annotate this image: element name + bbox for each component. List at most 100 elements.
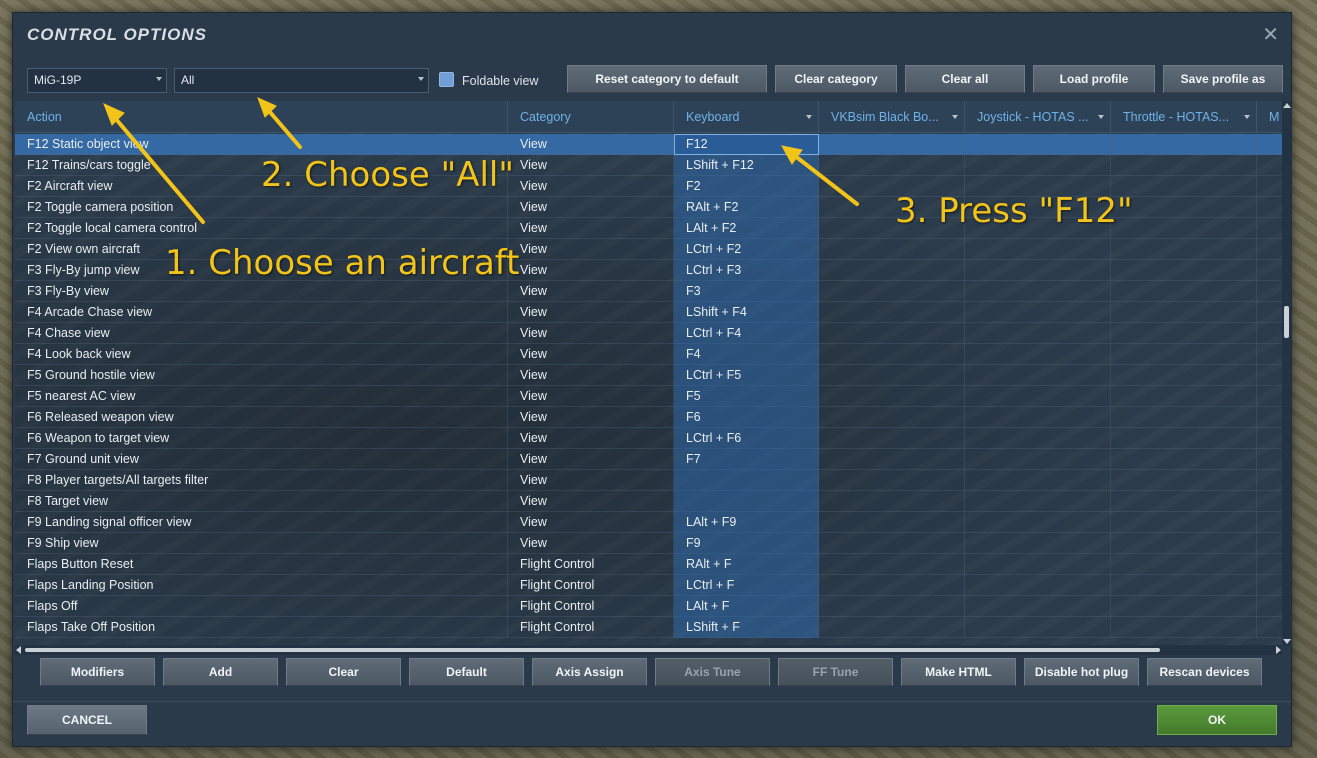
vertical-scrollbar[interactable]	[1282, 101, 1292, 646]
keyboard-binding-cell[interactable]: F12	[674, 134, 819, 155]
vkbsim-binding-cell[interactable]	[819, 260, 965, 281]
vkbsim-binding-cell[interactable]	[819, 218, 965, 239]
vkbsim-binding-cell[interactable]	[819, 239, 965, 260]
more-binding-cell[interactable]	[1257, 386, 1282, 407]
keyboard-binding-cell[interactable]: LAlt + F2	[674, 218, 819, 239]
throttle-binding-cell[interactable]	[1111, 575, 1257, 596]
disable-hot-plug-button[interactable]: Disable hot plug	[1024, 658, 1139, 686]
throttle-binding-cell[interactable]	[1111, 512, 1257, 533]
keyboard-binding-cell[interactable]: F6	[674, 407, 819, 428]
more-binding-cell[interactable]	[1257, 470, 1282, 491]
table-row[interactable]: F12 Static object view View F12	[15, 134, 1282, 155]
keyboard-binding-cell[interactable]: LShift + F12	[674, 155, 819, 176]
scroll-up-icon[interactable]	[1283, 103, 1291, 108]
table-row[interactable]: F9 Ship view View F9	[15, 533, 1282, 554]
more-binding-cell[interactable]	[1257, 407, 1282, 428]
table-row[interactable]: Flaps Take Off Position Flight Control LSh…	[15, 617, 1282, 638]
more-binding-cell[interactable]	[1257, 281, 1282, 302]
table-row[interactable]: F3 Fly-By view View F3	[15, 281, 1282, 302]
throttle-binding-cell[interactable]	[1111, 617, 1257, 638]
column-header-action[interactable]: Action	[15, 101, 508, 133]
more-binding-cell[interactable]	[1257, 596, 1282, 617]
vkbsim-binding-cell[interactable]	[819, 176, 965, 197]
chevron-down-icon[interactable]	[806, 115, 812, 119]
vkbsim-binding-cell[interactable]	[819, 575, 965, 596]
table-row[interactable]: F3 Fly-By jump view View LCtrl + F3	[15, 260, 1282, 281]
vkbsim-binding-cell[interactable]	[819, 533, 965, 554]
throttle-binding-cell[interactable]	[1111, 344, 1257, 365]
vkbsim-binding-cell[interactable]	[819, 281, 965, 302]
table-row[interactable]: F2 Aircraft view View F2	[15, 176, 1282, 197]
throttle-binding-cell[interactable]	[1111, 155, 1257, 176]
vkbsim-binding-cell[interactable]	[819, 134, 965, 155]
throttle-binding-cell[interactable]	[1111, 428, 1257, 449]
joystick-binding-cell[interactable]	[965, 554, 1111, 575]
keyboard-binding-cell[interactable]: LShift + F	[674, 617, 819, 638]
joystick-binding-cell[interactable]	[965, 470, 1111, 491]
throttle-binding-cell[interactable]	[1111, 218, 1257, 239]
more-binding-cell[interactable]	[1257, 512, 1282, 533]
more-binding-cell[interactable]	[1257, 197, 1282, 218]
joystick-binding-cell[interactable]	[965, 596, 1111, 617]
vkbsim-binding-cell[interactable]	[819, 197, 965, 218]
table-row[interactable]: F8 Player targets/All targets filter View	[15, 470, 1282, 491]
vkbsim-binding-cell[interactable]	[819, 449, 965, 470]
vkbsim-binding-cell[interactable]	[819, 155, 965, 176]
joystick-binding-cell[interactable]	[965, 512, 1111, 533]
throttle-binding-cell[interactable]	[1111, 491, 1257, 512]
joystick-binding-cell[interactable]	[965, 155, 1111, 176]
vkbsim-binding-cell[interactable]	[819, 302, 965, 323]
clear-button[interactable]: Clear	[286, 658, 401, 686]
table-row[interactable]: F4 Chase view View LCtrl + F4	[15, 323, 1282, 344]
column-header-more[interactable]: M	[1257, 101, 1282, 133]
keyboard-binding-cell[interactable]: F9	[674, 533, 819, 554]
reset-category-button[interactable]: Reset category to default	[567, 65, 767, 93]
table-row[interactable]: F4 Look back view View F4	[15, 344, 1282, 365]
table-row[interactable]: F6 Weapon to target view View LCtrl + F6	[15, 428, 1282, 449]
keyboard-binding-cell[interactable]: LCtrl + F2	[674, 239, 819, 260]
vkbsim-binding-cell[interactable]	[819, 596, 965, 617]
keyboard-binding-cell[interactable]: LCtrl + F4	[674, 323, 819, 344]
more-binding-cell[interactable]	[1257, 134, 1282, 155]
column-header-keyboard[interactable]: Keyboard	[674, 101, 819, 133]
table-row[interactable]: F7 Ground unit view View F7	[15, 449, 1282, 470]
axis-assign-button[interactable]: Axis Assign	[532, 658, 647, 686]
throttle-binding-cell[interactable]	[1111, 386, 1257, 407]
joystick-binding-cell[interactable]	[965, 449, 1111, 470]
more-binding-cell[interactable]	[1257, 344, 1282, 365]
more-binding-cell[interactable]	[1257, 491, 1282, 512]
more-binding-cell[interactable]	[1257, 323, 1282, 344]
joystick-binding-cell[interactable]	[965, 365, 1111, 386]
keyboard-binding-cell[interactable]: F5	[674, 386, 819, 407]
vkbsim-binding-cell[interactable]	[819, 470, 965, 491]
ok-button[interactable]: OK	[1157, 705, 1277, 735]
scroll-right-icon[interactable]	[1276, 646, 1281, 654]
clear-category-button[interactable]: Clear category	[775, 65, 897, 93]
keyboard-binding-cell[interactable]: RAlt + F2	[674, 197, 819, 218]
joystick-binding-cell[interactable]	[965, 239, 1111, 260]
table-row[interactable]: F2 View own aircraft View LCtrl + F2	[15, 239, 1282, 260]
more-binding-cell[interactable]	[1257, 155, 1282, 176]
joystick-binding-cell[interactable]	[965, 218, 1111, 239]
table-row[interactable]: Flaps Button Reset Flight Control RAlt + F	[15, 554, 1282, 575]
keyboard-binding-cell[interactable]: LCtrl + F5	[674, 365, 819, 386]
throttle-binding-cell[interactable]	[1111, 260, 1257, 281]
throttle-binding-cell[interactable]	[1111, 281, 1257, 302]
more-binding-cell[interactable]	[1257, 449, 1282, 470]
modifiers-button[interactable]: Modifiers	[40, 658, 155, 686]
keyboard-binding-cell[interactable]: LCtrl + F3	[674, 260, 819, 281]
throttle-binding-cell[interactable]	[1111, 533, 1257, 554]
table-row[interactable]: F8 Target view View	[15, 491, 1282, 512]
vkbsim-binding-cell[interactable]	[819, 386, 965, 407]
category-select[interactable]: All	[174, 68, 429, 93]
chevron-down-icon[interactable]	[952, 115, 958, 119]
chevron-down-icon[interactable]	[1244, 115, 1250, 119]
joystick-binding-cell[interactable]	[965, 617, 1111, 638]
more-binding-cell[interactable]	[1257, 533, 1282, 554]
add-button[interactable]: Add	[163, 658, 278, 686]
keyboard-binding-cell[interactable]: LAlt + F	[674, 596, 819, 617]
table-row[interactable]: F5 Ground hostile view View LCtrl + F5	[15, 365, 1282, 386]
joystick-binding-cell[interactable]	[965, 302, 1111, 323]
table-row[interactable]: Flaps Off Flight Control LAlt + F	[15, 596, 1282, 617]
table-row[interactable]: Flaps Landing Position Flight Control LCtr…	[15, 575, 1282, 596]
